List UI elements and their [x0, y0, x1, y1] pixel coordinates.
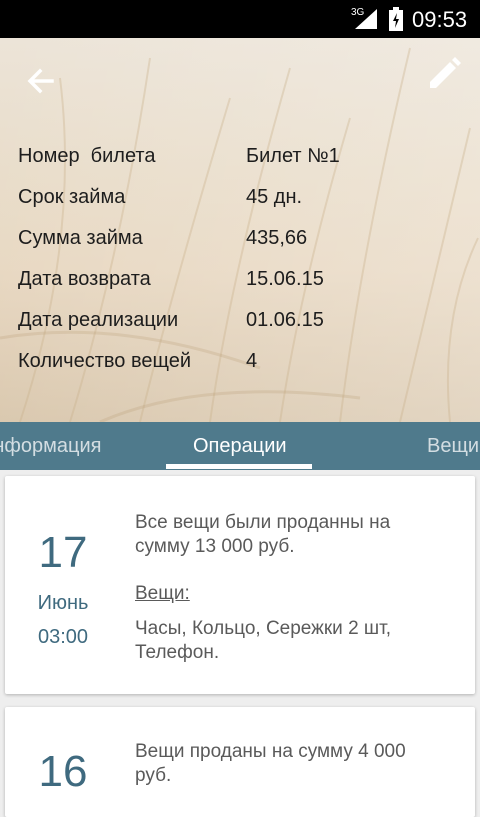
clock: 09:53 — [412, 7, 468, 32]
operation-day: 16 — [38, 747, 88, 796]
operation-description: Все вещи были проданны на сумму 13 000 р… — [135, 512, 391, 557]
return-date-label: Дата возврата — [18, 268, 151, 290]
operation-month: Июнь — [37, 592, 89, 614]
loan-term-value: 45 дн. — [246, 186, 303, 208]
items-count-label: Количество вещей — [18, 350, 192, 372]
back-arrow-icon[interactable] — [22, 62, 60, 100]
operation-card[interactable]: 16 Вещи проданы на сумму 4 000 руб. — [5, 707, 475, 817]
sale-date-row: Дата реализации 01.06.15 — [18, 309, 468, 339]
operation-time: 03:00 — [37, 626, 89, 648]
edit-pencil-icon[interactable] — [424, 54, 464, 94]
tab-bar: Информация Операции Вещи — [0, 422, 480, 470]
signal-icon — [355, 9, 377, 29]
ticket-number-value: Билет №1 — [246, 145, 340, 167]
items-count-value: 4 — [246, 350, 258, 372]
sale-date-value: 01.06.15 — [246, 309, 324, 331]
loan-amount-row: Сумма займа 435,66 — [18, 227, 468, 257]
loan-term-row: Срок займа 45 дн. — [18, 186, 468, 216]
items-label: Вещи: — [135, 583, 190, 604]
tab-operations[interactable]: Операции — [193, 435, 287, 458]
items-count-row: Количество вещей 4 — [18, 350, 468, 380]
return-date-row: Дата возврата 15.06.15 — [18, 268, 468, 298]
active-tab-indicator — [166, 464, 312, 469]
loan-term-label: Срок займа — [18, 186, 126, 208]
loan-amount-value: 435,66 — [246, 227, 308, 249]
ticket-header: Номер билета Билет №1 Срок займа 45 дн. … — [0, 38, 480, 422]
operation-card[interactable]: 17 Июнь 03:00 Все вещи были проданны на … — [5, 476, 475, 694]
operation-description: Вещи проданы на сумму 4 000 руб. — [135, 741, 406, 786]
ticket-number-label: Номер билета — [18, 145, 156, 167]
return-date-value: 15.06.15 — [246, 268, 324, 290]
ticket-number-row: Номер билета Билет №1 — [18, 145, 468, 175]
status-bar: 3G 09:53 — [0, 0, 480, 38]
operation-day: 17 — [38, 528, 88, 577]
tab-items[interactable]: Вещи — [427, 435, 479, 458]
battery-icon — [389, 7, 403, 31]
items-list: Часы, Кольцо, Сережки 2 шт, Телефон. — [135, 618, 392, 663]
sale-date-label: Дата реализации — [18, 309, 179, 331]
tab-information[interactable]: Информация — [0, 435, 101, 458]
loan-amount-label: Сумма займа — [18, 227, 143, 249]
